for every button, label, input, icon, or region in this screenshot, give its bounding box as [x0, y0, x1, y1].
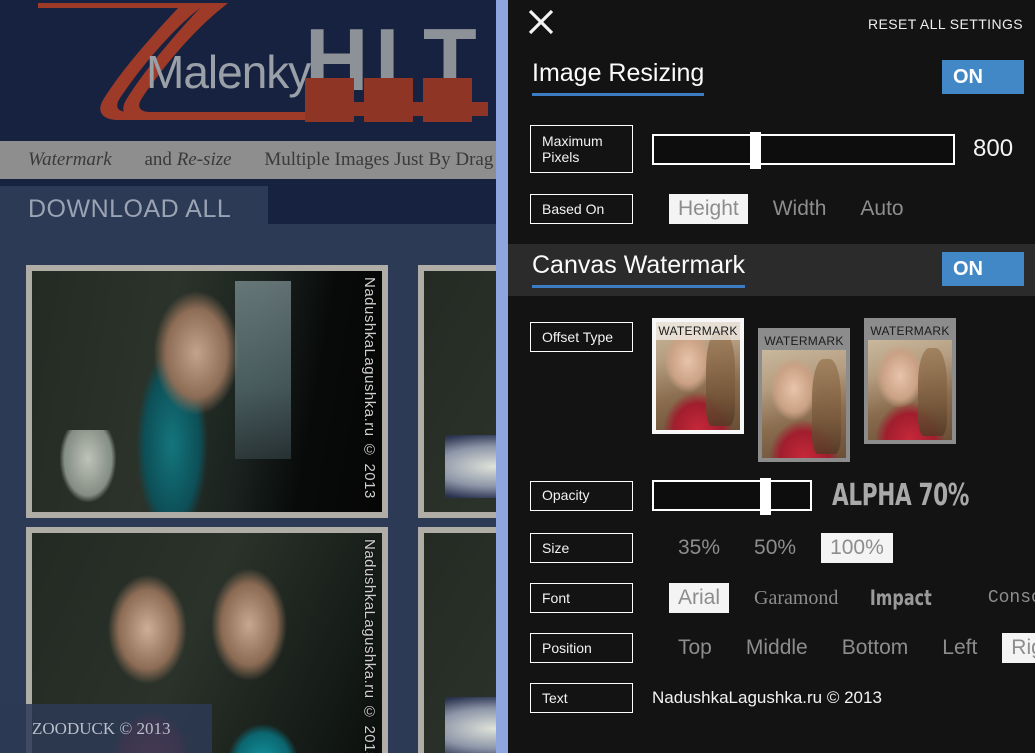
row-opacity: Opacity ALPHA 70% [508, 478, 1035, 515]
page-vertical-scrollbar[interactable] [496, 0, 508, 753]
section-title-image-resizing: Image Resizing [532, 60, 705, 96]
zooduck-caption-label: ZOODUCK © 2013 [32, 718, 171, 738]
size-option-50[interactable]: 50% [745, 533, 805, 563]
hit-baseline-bar [305, 102, 488, 116]
size-option-100[interactable]: 100% [821, 533, 893, 563]
based-on-option-width[interactable]: Width [764, 194, 836, 224]
tagline-emphasis-resize: Re-size [176, 149, 232, 170]
gallery-thumb-3-image [424, 271, 496, 512]
row-text: Text NadushkaLagushka.ru © 2013 [508, 683, 1035, 713]
offset-type-options: WATERMARK WATERMARK WATERMARK [652, 318, 970, 462]
app-root: Malenky H I T Watermark and Re-size Mult… [0, 0, 1035, 753]
tagline-rest: Multiple Images Just By Drag an [259, 149, 496, 170]
opacity-slider-handle[interactable] [760, 478, 772, 515]
offset-type-band-outside-preview [868, 340, 952, 440]
opacity-label: Opacity [530, 480, 633, 511]
watermark-text-value[interactable]: NadushkaLagushka.ru © 2013 [652, 688, 882, 708]
reset-all-settings-button[interactable]: RESET ALL SETTINGS [868, 16, 1023, 32]
panel-topbar: RESET ALL SETTINGS [508, 0, 1035, 46]
gallery-thumb-4-image [424, 533, 496, 753]
maximum-pixels-label-line2: Pixels [542, 149, 580, 165]
section-header-image-resizing: Image Resizing ON [508, 52, 1035, 104]
row-font: Font Arial Garamond Impact Console [508, 583, 1035, 613]
site-tagline: Watermark and Re-size Multiple Images Ju… [0, 141, 496, 179]
webpage-pane: Malenky H I T Watermark and Re-size Mult… [0, 0, 496, 753]
thumbnail-gallery: NadushkaLagushka.ru © 2013 NadushkaLagus… [0, 233, 496, 753]
maximum-pixels-label-line1: Maximum [542, 132, 603, 149]
row-maximum-pixels: Maximum Pixels 800 [508, 125, 1035, 173]
thumb-watermark-text: NadushkaLagushka.ru © 2013 [361, 277, 378, 499]
position-label: Position [530, 633, 633, 663]
gallery-thumb-3[interactable] [418, 265, 496, 518]
tagline-emphasis-watermark: Watermark [28, 149, 112, 170]
size-label: Size [530, 533, 633, 563]
opacity-value: ALPHA 70% [832, 478, 970, 513]
section-title-canvas-watermark: Canvas Watermark [532, 252, 746, 288]
maximum-pixels-label: Maximum Pixels [530, 125, 633, 173]
opacity-slider[interactable] [652, 478, 812, 515]
photo-content [424, 533, 496, 753]
font-option-console[interactable]: Console [979, 585, 1035, 611]
image-resizing-toggle[interactable]: ON [942, 60, 1024, 94]
row-based-on: Based On Height Width Auto [508, 194, 1035, 224]
thumb-watermark-text: NadushkaLagushka.ru © 2013 [361, 539, 378, 753]
gallery-thumb-1[interactable]: NadushkaLagushka.ru © 2013 [26, 265, 388, 518]
download-all-label: DOWNLOAD ALL [28, 195, 232, 223]
offset-type-overlay-watermark-label: WATERMARK [656, 322, 740, 340]
text-label: Text [530, 683, 633, 713]
based-on-label: Based On [530, 194, 633, 224]
offset-type-option-band-outside[interactable]: WATERMARK [864, 318, 956, 444]
font-label: Font [530, 583, 633, 613]
based-on-option-height[interactable]: Height [669, 194, 748, 224]
font-option-arial[interactable]: Arial [669, 583, 730, 613]
hit-logo-group: H I T [305, 16, 495, 126]
settings-panel: RESET ALL SETTINGS Image Resizing ON Max… [508, 0, 1035, 753]
gallery-thumb-4[interactable] [418, 527, 496, 753]
photo-content [424, 271, 496, 512]
row-size: Size 35% 50% 100% [508, 533, 1035, 563]
row-offset-type: Offset Type WATERMARK WATERMARK WATERMAR… [508, 318, 1035, 462]
offset-type-option-overlay[interactable]: WATERMARK [652, 318, 744, 434]
font-option-garamond[interactable]: Garamond [745, 584, 847, 613]
maximum-pixels-value: 800 [973, 135, 1014, 162]
maximum-pixels-slider-handle[interactable] [749, 131, 761, 169]
site-header: Malenky H I T [0, 0, 496, 141]
offset-type-band-inset-preview [762, 350, 846, 458]
font-option-impact[interactable]: Impact [863, 583, 939, 613]
offset-type-band-outside-watermark-label: WATERMARK [870, 324, 950, 338]
size-option-35[interactable]: 35% [669, 533, 729, 563]
position-option-bottom[interactable]: Bottom [833, 633, 918, 663]
offset-type-label: Offset Type [530, 322, 633, 352]
position-option-left[interactable]: Left [933, 633, 986, 663]
position-option-middle[interactable]: Middle [737, 633, 817, 663]
position-option-top[interactable]: Top [669, 633, 721, 663]
photo-content [32, 271, 382, 512]
maximum-pixels-slider[interactable] [652, 131, 955, 169]
download-all-button[interactable]: DOWNLOAD ALL [0, 186, 268, 233]
based-on-option-auto[interactable]: Auto [851, 194, 912, 224]
zooduck-caption-overlay: ZOODUCK © 2013 [0, 704, 212, 753]
offset-type-option-band-inset[interactable]: WATERMARK [758, 328, 850, 462]
logo-wordmark: Malenky [146, 46, 311, 98]
canvas-watermark-toggle[interactable]: ON [942, 252, 1024, 286]
offset-type-band-inset-watermark-label: WATERMARK [764, 334, 844, 348]
close-icon[interactable] [526, 7, 556, 37]
position-option-right[interactable]: Right [1002, 633, 1035, 663]
row-position: Position Top Middle Bottom Left Right [508, 633, 1035, 663]
tagline-and: and [139, 149, 177, 170]
section-header-canvas-watermark: Canvas Watermark ON [508, 244, 1035, 296]
gallery-thumb-1-image: NadushkaLagushka.ru © 2013 [32, 271, 382, 512]
